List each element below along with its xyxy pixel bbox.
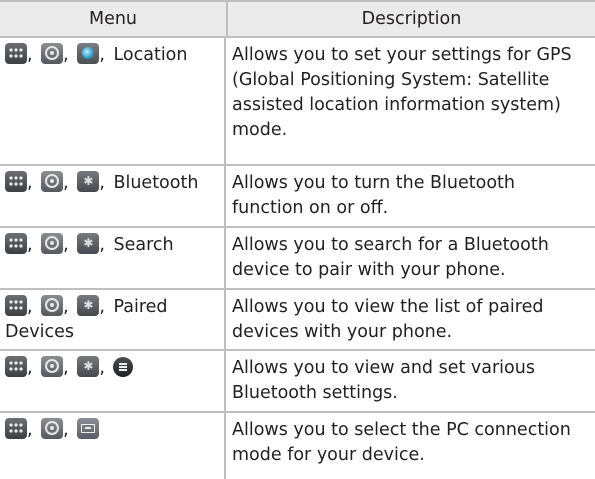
apps-icon — [5, 43, 27, 64]
apps-icon — [5, 295, 27, 316]
menu-path: , , , — [0, 351, 226, 411]
gear-icon — [41, 356, 64, 377]
menu-icon — [113, 357, 134, 377]
apps-icon — [5, 233, 27, 254]
row-description: Allows you to view the list of paired de… — [232, 297, 544, 342]
menu-label: Bluetooth — [113, 173, 199, 193]
gear-icon — [41, 43, 64, 64]
row-description: Allows you to turn the Bluetooth functio… — [232, 173, 515, 218]
table-row: , , , Bluetooth Allows you to turn the B… — [0, 166, 595, 228]
menu-path: , , , Location — [0, 38, 226, 164]
table-row: , , Allows you to select the PC connecti… — [0, 413, 595, 479]
pc-connection-icon — [77, 418, 100, 439]
menu-path: , , , Bluetooth — [0, 166, 226, 226]
row-description: Allows you to view and set various Bluet… — [232, 358, 535, 403]
apps-icon — [5, 418, 27, 439]
gear-icon — [41, 171, 64, 192]
row-description: Allows you to select the PC connection m… — [232, 420, 571, 465]
table-row: , , , Location Allows you to set your se… — [0, 38, 595, 166]
menu-column-header: Menu — [0, 2, 228, 36]
table-header: Menu Description — [0, 2, 595, 38]
bluetooth-icon — [77, 171, 100, 192]
table-row: , , , Search Allows you to search for a … — [0, 228, 595, 290]
menu-path: , , , Search — [0, 228, 226, 288]
row-description: Allows you to search for a Bluetooth dev… — [232, 235, 549, 280]
gear-icon — [41, 295, 64, 316]
apps-icon — [5, 171, 27, 192]
row-description: Allows you to set your settings for GPS … — [232, 45, 572, 140]
table-row: , , , Allows you to view and set various… — [0, 351, 595, 413]
menu-path: , , , Paired Devices — [0, 290, 226, 349]
gear-icon — [41, 233, 64, 254]
bluetooth-icon — [77, 233, 100, 254]
bluetooth-icon — [77, 295, 100, 316]
menu-path: , , — [0, 413, 226, 479]
description-column-header: Description — [361, 9, 462, 29]
location-icon — [77, 43, 100, 64]
settings-table: Menu Description , , , Location Allows y… — [0, 0, 595, 479]
apps-icon — [5, 356, 27, 377]
gear-icon — [41, 418, 64, 439]
menu-label: Search — [113, 235, 174, 255]
menu-label: Location — [113, 45, 188, 65]
bluetooth-icon — [77, 356, 100, 377]
table-row: , , , Paired Devices Allows you to view … — [0, 290, 595, 351]
